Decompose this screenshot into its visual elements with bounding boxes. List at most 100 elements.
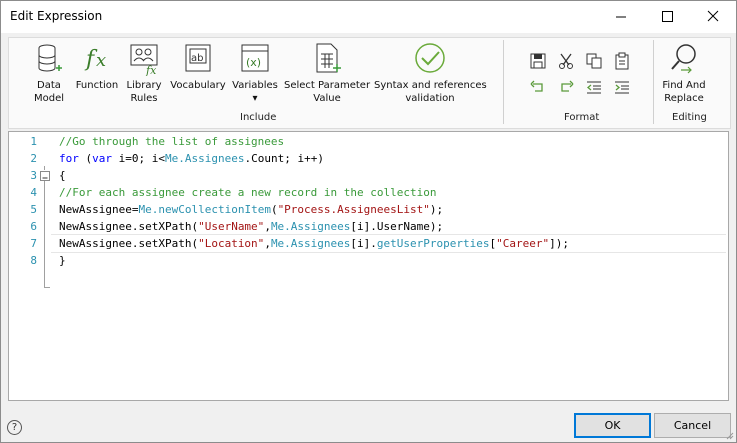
undo-icon[interactable] [529,78,547,96]
code-token-string: "Process.AssigneesList" [277,203,430,216]
code-token-plain: [i].UserName); [350,220,444,233]
close-button[interactable] [690,1,736,33]
database-add-icon [38,44,62,72]
paste-icon[interactable] [613,52,631,70]
code-line[interactable]: NewAssignee.setXPath("Location",Me.Assig… [59,235,569,252]
include-group-label: Include [240,112,277,123]
fx-icon: f x [84,47,106,72]
code-editor[interactable]: 1 2 3 4 5 6 7 8 //Go through the list of assign… [8,131,729,401]
indent-icon[interactable] [613,78,631,96]
find-and-replace-button[interactable]: Find And Replace [659,42,709,105]
close-icon [707,10,719,22]
collapse-icon [42,177,48,179]
outdent-icon[interactable] [585,78,603,96]
syntax-validation-label: Syntax and references validation [374,80,487,104]
code-token-comment: //Go through the list of assignees [59,135,285,148]
code-token-string: "Career" [496,237,550,250]
code-token-plain: .Count; i++) [244,152,324,165]
code-token-plain: , [264,220,271,233]
help-icon[interactable]: ? [7,420,22,435]
format-group-label: Format [564,112,600,123]
save-icon[interactable] [529,52,547,70]
code-line[interactable]: } [59,252,66,269]
code-line[interactable]: NewAssignee=Me.newCollectionItem("Proces… [59,201,443,218]
function-label: Function [75,80,119,91]
cut-icon[interactable] [557,52,575,70]
line-number-gutter: 1 2 3 4 5 6 7 8 [9,132,37,400]
data-model-label: Data Model [33,80,65,104]
copy-icon[interactable] [585,52,603,70]
code-line[interactable]: { [59,167,66,184]
ok-button[interactable]: OK [574,413,651,438]
code-token-member: Me.newCollectionItem [138,203,271,216]
fold-guide [44,166,45,170]
function-button[interactable]: f x Function [74,42,120,92]
svg-text:x: x [96,50,106,71]
vocabulary-ab-icon: ab [185,44,211,72]
code-token-plain: ); [429,203,444,216]
code-token-plain: NewAssignee.setXPath( [59,220,199,233]
code-line[interactable]: for (var i=0; i<Me.Assignees.Count; i++) [59,150,324,167]
line-number: 2 [30,152,37,165]
fold-guide [44,181,45,287]
table-add-icon [316,43,341,73]
maximize-icon [662,11,673,22]
find-and-replace-label: Find And Replace [662,80,706,104]
resize-grip-icon[interactable] [724,430,734,440]
code-token-keyword: var [92,152,112,165]
code-token-plain: [i]. [350,237,377,250]
cancel-button[interactable]: Cancel [654,413,731,438]
title-bar: Edit Expression [1,1,736,33]
code-token-plain: NewAssignee.setXPath( [59,237,199,250]
code-token-plain: i=0; i< [112,152,165,165]
variables-x-icon: (x) [241,44,269,72]
editing-group-label: Editing [672,112,707,123]
line-number: 5 [30,203,37,216]
check-circle-icon [415,43,445,73]
vocabulary-button[interactable]: ab Vocabulary [168,42,228,92]
line-number: 8 [30,254,37,267]
code-token-plain: NewAssignee= [59,203,139,216]
code-token-plain: ( [78,152,93,165]
code-token-plain: } [59,254,66,267]
maximize-button[interactable] [644,1,690,33]
library-fx-icon: fx [130,44,158,76]
line-number: 4 [30,186,37,199]
code-token-plain: ( [270,203,278,216]
variables-button[interactable]: (x) Variables ▾ [231,42,279,105]
code-line[interactable]: //Go through the list of assignees [59,133,284,150]
code-token-plain: { [59,169,66,182]
line-number: 3 [30,169,37,182]
svg-text:ab: ab [191,53,203,64]
code-line[interactable]: NewAssignee.setXPath("UserName",Me.Assig… [59,218,443,235]
code-token-member: Me.Assignees [164,152,245,165]
minimize-icon [616,16,626,18]
library-rules-label: Library Rules [126,80,162,104]
data-model-button[interactable]: Data Model [31,42,67,105]
code-token-member: Me.Assignees [270,237,351,250]
ribbon-toolbar: Data Model f x Function fx Library Rules… [8,37,731,129]
code-token-string: "UserName" [198,220,265,233]
line-number: 6 [30,220,37,233]
code-token-string: "Location" [198,237,265,250]
code-token-plain: , [264,237,271,250]
edit-expression-dialog: Edit Expression Data Model f x Function … [0,0,737,443]
code-line[interactable]: //For each assignee create a new record … [59,184,437,201]
svg-text:(x): (x) [246,56,261,69]
code-token-plain: ]); [549,237,569,250]
vocabulary-label: Vocabulary [170,80,226,91]
select-parameter-value-button[interactable]: Select Parameter Value [284,42,370,105]
library-rules-button[interactable]: fx Library Rules [124,42,164,105]
find-replace-icon [671,44,696,74]
window-title: Edit Expression [10,9,103,23]
select-parameter-value-label: Select Parameter Value [284,80,371,104]
minimize-button[interactable] [598,1,644,33]
code-token-comment: //For each assignee create a new record … [59,186,437,199]
variables-label: Variables ▾ [232,80,278,104]
code-token-member: getUserProperties [376,237,490,250]
syntax-validation-button[interactable]: Syntax and references validation [374,42,487,105]
code-token-member: Me.Assignees [270,220,351,233]
ribbon-separator [653,40,654,124]
fold-toggle-icon[interactable] [40,171,50,181]
redo-icon[interactable] [557,78,575,96]
